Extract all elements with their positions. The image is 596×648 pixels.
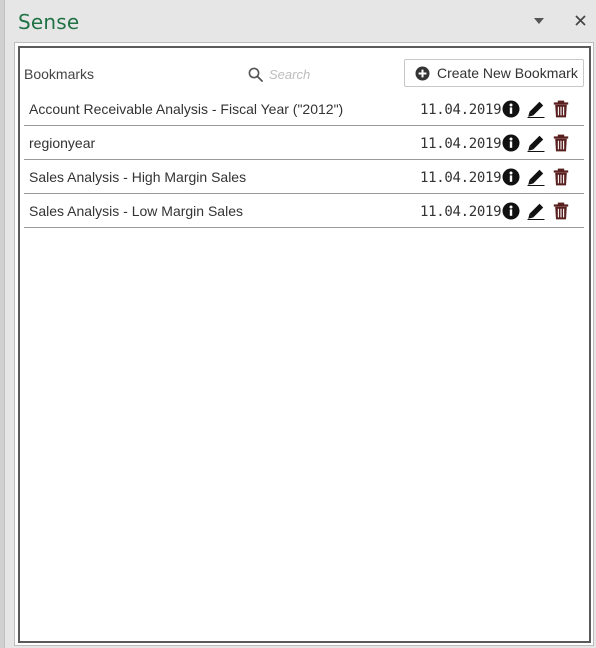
- trash-icon[interactable]: [552, 168, 570, 186]
- bookmark-actions: [502, 167, 577, 187]
- search-box[interactable]: [248, 64, 368, 84]
- plus-circle-icon: [415, 66, 430, 81]
- pencil-icon[interactable]: [527, 202, 545, 220]
- info-icon[interactable]: [502, 168, 520, 186]
- search-input[interactable]: [269, 66, 365, 82]
- workbook-edge: [0, 0, 5, 648]
- pane-title: Sense: [18, 10, 80, 34]
- bookmark-row[interactable]: Sales Analysis - High Margin Sales 11.04…: [24, 160, 584, 194]
- trash-icon[interactable]: [552, 100, 570, 118]
- pane-close-button[interactable]: [572, 12, 588, 28]
- bookmark-actions: [502, 133, 577, 153]
- pane-options-button[interactable]: [532, 14, 546, 28]
- info-icon[interactable]: [502, 100, 520, 118]
- search-icon: [248, 67, 263, 82]
- trash-icon[interactable]: [552, 134, 570, 152]
- bookmark-date: 11.04.2019: [420, 170, 502, 186]
- bookmark-row[interactable]: Sales Analysis - Low Margin Sales 11.04.…: [24, 194, 584, 228]
- bookmark-list: Account Receivable Analysis - Fiscal Yea…: [24, 92, 584, 228]
- info-icon[interactable]: [502, 134, 520, 152]
- create-bookmark-button[interactable]: Create New Bookmark: [404, 59, 584, 87]
- pencil-icon[interactable]: [527, 134, 545, 152]
- bookmark-title[interactable]: Sales Analysis - High Margin Sales: [29, 169, 246, 185]
- bookmark-row[interactable]: Account Receivable Analysis - Fiscal Yea…: [24, 92, 584, 126]
- pencil-icon[interactable]: [527, 168, 545, 186]
- create-bookmark-label: Create New Bookmark: [437, 65, 578, 81]
- bookmarks-toolbar: Bookmarks Create New Bookmark: [24, 58, 584, 88]
- bookmark-title[interactable]: Sales Analysis - Low Margin Sales: [29, 203, 243, 219]
- bookmark-date: 11.04.2019: [420, 204, 502, 220]
- pencil-icon[interactable]: [527, 100, 545, 118]
- info-icon[interactable]: [502, 202, 520, 220]
- section-label: Bookmarks: [24, 66, 95, 82]
- bookmark-date: 11.04.2019: [420, 136, 502, 152]
- bookmark-title[interactable]: Account Receivable Analysis - Fiscal Yea…: [29, 101, 343, 117]
- close-icon: [574, 14, 586, 26]
- chevron-down-icon: [534, 18, 544, 24]
- bookmark-actions: [502, 201, 577, 221]
- bookmark-actions: [502, 99, 577, 119]
- trash-icon[interactable]: [552, 202, 570, 220]
- bookmark-row[interactable]: regionyear 11.04.2019: [24, 126, 584, 160]
- bookmark-title[interactable]: regionyear: [29, 135, 95, 151]
- bookmark-date: 11.04.2019: [420, 102, 502, 118]
